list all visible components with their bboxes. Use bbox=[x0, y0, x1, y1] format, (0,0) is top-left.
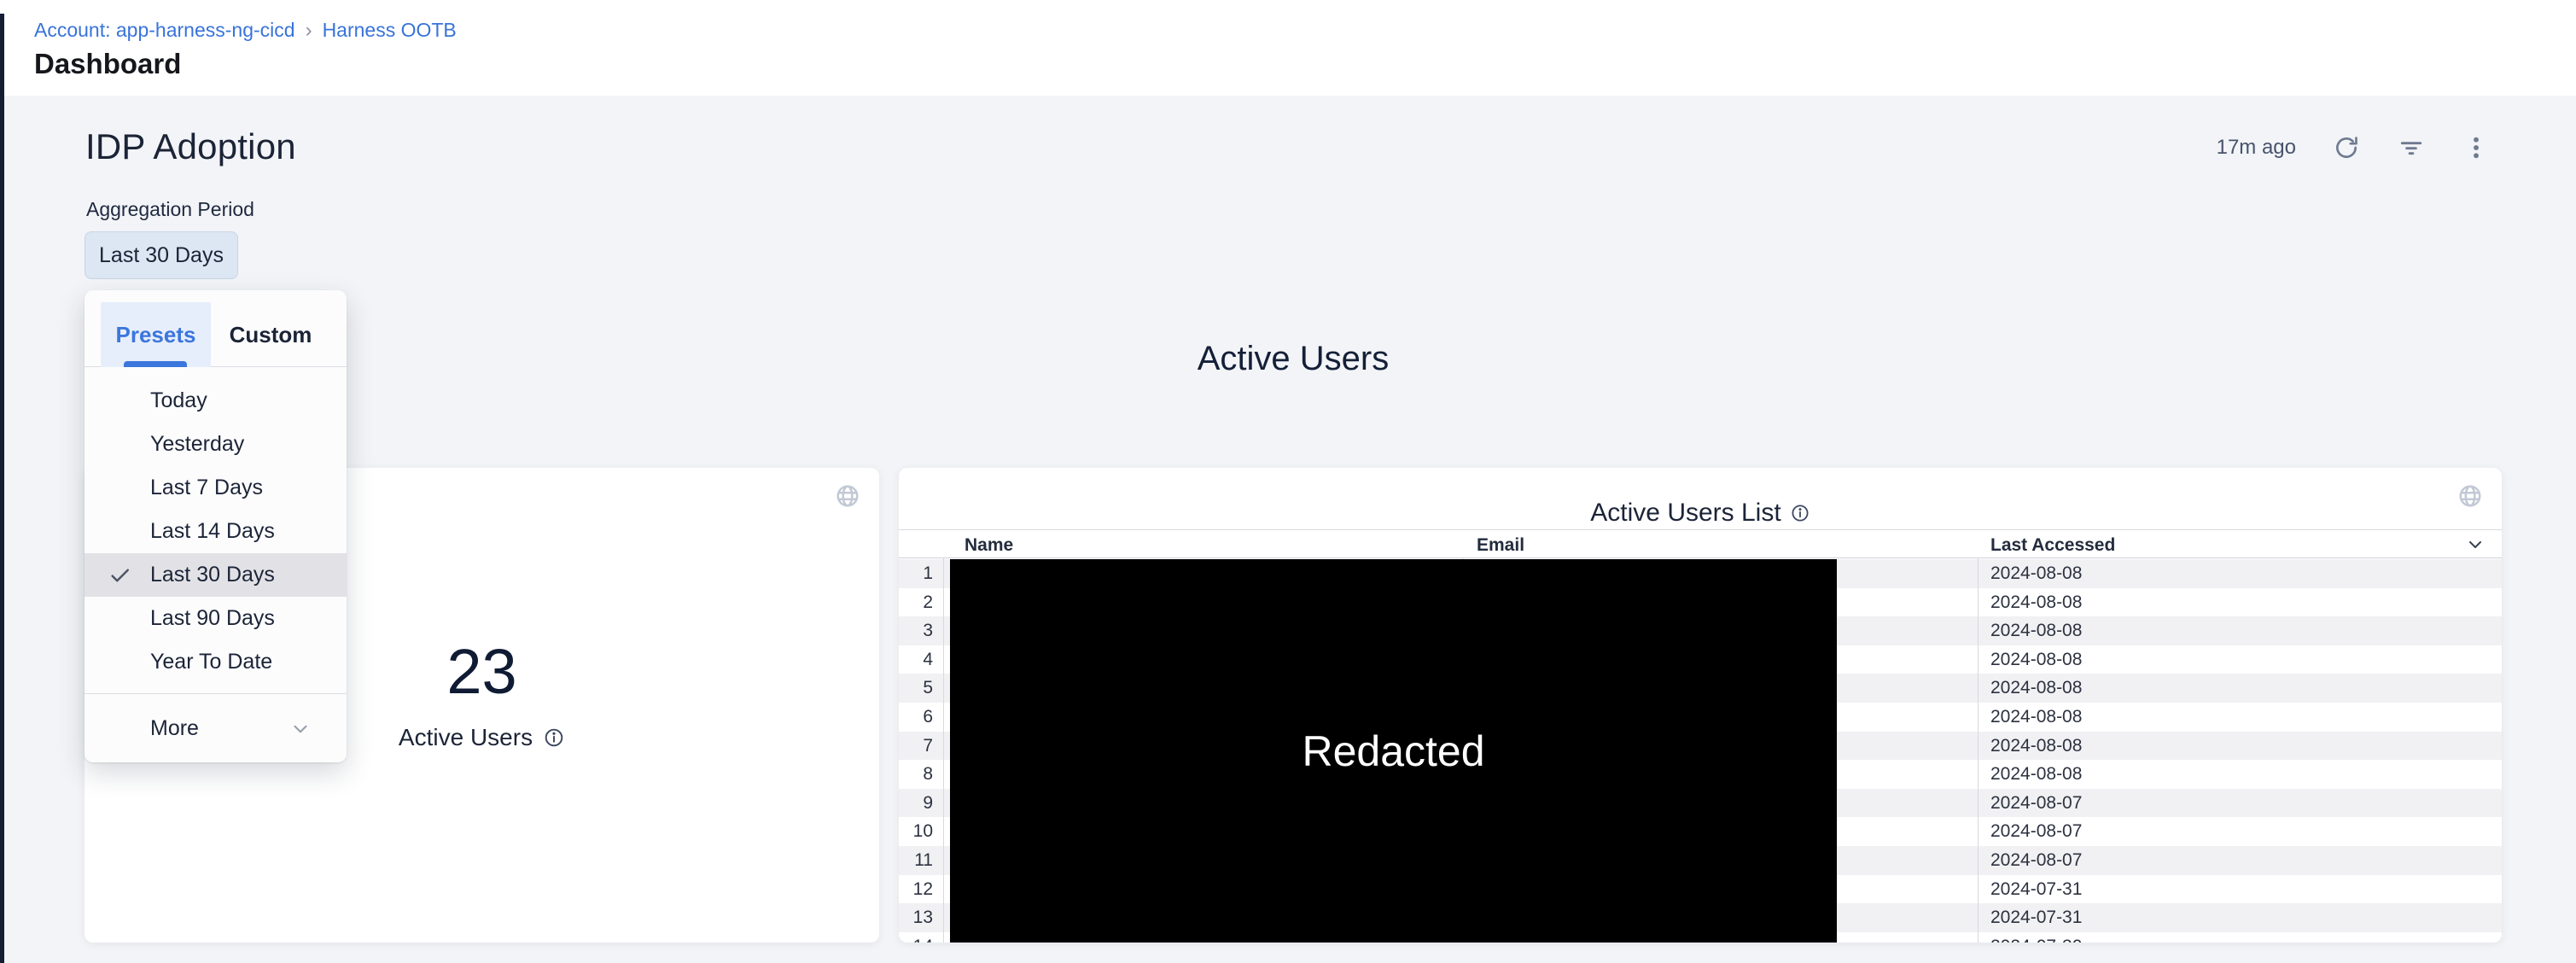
tab-custom-label: Custom bbox=[230, 322, 312, 348]
dashboard-actions: 17m ago bbox=[2217, 133, 2491, 162]
refresh-button[interactable] bbox=[2332, 133, 2361, 162]
table-header: Name Email Last Accessed bbox=[899, 529, 2502, 558]
aggregation-period-button[interactable]: Last 30 Days bbox=[85, 231, 238, 279]
check-icon bbox=[108, 563, 133, 588]
column-header-last-accessed[interactable]: Last Accessed bbox=[1990, 535, 2115, 556]
preset-option[interactable]: Today bbox=[85, 379, 347, 423]
row-number-cell: 7 bbox=[899, 736, 933, 756]
section-heading: Active Users bbox=[85, 340, 2502, 378]
redacted-label: Redacted bbox=[1302, 727, 1484, 776]
filter-icon bbox=[2398, 134, 2425, 161]
preset-option[interactable]: Last 7 Days bbox=[85, 466, 347, 510]
preset-option-label: Year To Date bbox=[85, 650, 272, 674]
aggregation-period-label: Aggregation Period bbox=[86, 198, 254, 221]
dropdown-tabs: Presets Custom bbox=[85, 290, 347, 367]
last-accessed-cell: 2024-08-07 bbox=[1990, 793, 2082, 814]
last-accessed-cell: 2024-08-08 bbox=[1990, 650, 2082, 670]
breadcrumb: Account: app-harness-ng-cicd › Harness O… bbox=[34, 19, 457, 42]
row-number-cell: 14 bbox=[899, 937, 933, 943]
last-accessed-cell: 2024-07-30 bbox=[1990, 937, 2082, 943]
filter-button[interactable] bbox=[2397, 133, 2426, 162]
active-tab-indicator bbox=[124, 361, 187, 367]
page-title: Dashboard bbox=[34, 48, 181, 80]
preset-option[interactable]: Last 30 Days bbox=[85, 553, 347, 597]
preset-option-label: Last 7 Days bbox=[85, 476, 263, 500]
more-expander[interactable]: More bbox=[85, 693, 347, 762]
row-number-cell: 5 bbox=[899, 678, 933, 698]
tab-presets[interactable]: Presets bbox=[101, 302, 211, 367]
row-number-cell: 2 bbox=[899, 592, 933, 613]
last-accessed-cell: 2024-08-08 bbox=[1990, 736, 2082, 756]
preset-option-label: Yesterday bbox=[85, 432, 244, 457]
last-accessed-cell: 2024-08-08 bbox=[1990, 707, 2082, 727]
tab-presets-label: Presets bbox=[116, 322, 196, 348]
row-number-cell: 4 bbox=[899, 650, 933, 670]
last-accessed-cell: 2024-07-31 bbox=[1990, 879, 2082, 900]
last-accessed-cell: 2024-08-08 bbox=[1990, 563, 2082, 584]
date-preset-dropdown: Presets Custom Today bbox=[85, 290, 347, 762]
preset-option[interactable]: Year To Date bbox=[85, 640, 347, 684]
row-number-cell: 1 bbox=[899, 563, 933, 584]
chevron-down-icon[interactable] bbox=[2465, 534, 2486, 555]
dashboard-title: IDP Adoption bbox=[85, 126, 296, 167]
row-number-cell: 13 bbox=[899, 908, 933, 928]
last-accessed-cell: 2024-08-08 bbox=[1990, 592, 2082, 613]
tab-custom[interactable]: Custom bbox=[211, 302, 330, 367]
kebab-menu-button[interactable] bbox=[2462, 133, 2491, 162]
row-number-cell: 11 bbox=[899, 850, 933, 871]
last-accessed-cell: 2024-08-08 bbox=[1990, 678, 2082, 698]
redacted-overlay: Redacted bbox=[950, 559, 1837, 943]
column-divider bbox=[1978, 529, 1979, 943]
column-header-email[interactable]: Email bbox=[1477, 535, 1524, 556]
column-divider bbox=[943, 529, 944, 943]
screen: Account: app-harness-ng-cicd › Harness O… bbox=[0, 0, 2576, 963]
row-number-cell: 3 bbox=[899, 621, 933, 641]
last-accessed-cell: 2024-08-08 bbox=[1990, 764, 2082, 785]
active-users-list-card: Active Users List Name Email Last Access… bbox=[899, 468, 2502, 943]
info-icon[interactable] bbox=[543, 727, 565, 749]
row-number-cell: 10 bbox=[899, 821, 933, 842]
preset-option-label: Today bbox=[85, 388, 207, 413]
refresh-icon bbox=[2333, 134, 2360, 161]
left-panel-edge bbox=[0, 14, 4, 963]
chevron-down-icon bbox=[289, 718, 312, 740]
info-icon[interactable] bbox=[1790, 503, 1810, 523]
preset-option[interactable]: Last 14 Days bbox=[85, 510, 347, 553]
preset-option[interactable]: Last 90 Days bbox=[85, 597, 347, 640]
row-number-cell: 6 bbox=[899, 707, 933, 727]
row-number-cell: 8 bbox=[899, 764, 933, 785]
last-refreshed-label: 17m ago bbox=[2217, 136, 2296, 160]
breadcrumb-dashboard-link[interactable]: Harness OOTB bbox=[323, 19, 457, 42]
breadcrumb-separator-icon: › bbox=[306, 20, 312, 41]
row-number-cell: 12 bbox=[899, 879, 933, 900]
preset-option[interactable]: Yesterday bbox=[85, 423, 347, 466]
table-title-row: Active Users List bbox=[899, 499, 2502, 528]
more-label: More bbox=[85, 716, 199, 741]
breadcrumb-account-link[interactable]: Account: app-harness-ng-cicd bbox=[34, 19, 295, 42]
row-number-cell: 9 bbox=[899, 793, 933, 814]
kebab-menu-icon bbox=[2462, 134, 2490, 161]
preset-option-label: Last 90 Days bbox=[85, 606, 275, 631]
preset-option-label: Last 14 Days bbox=[85, 519, 275, 544]
globe-icon bbox=[835, 483, 860, 509]
last-accessed-cell: 2024-07-31 bbox=[1990, 908, 2082, 928]
last-accessed-cell: 2024-08-07 bbox=[1990, 850, 2082, 871]
column-header-name[interactable]: Name bbox=[965, 535, 1013, 556]
last-accessed-cell: 2024-08-08 bbox=[1990, 621, 2082, 641]
last-accessed-cell: 2024-08-07 bbox=[1990, 821, 2082, 842]
table-title: Active Users List bbox=[1590, 499, 1780, 528]
preset-option-list: Today Yesterday Last 7 Days bbox=[85, 367, 347, 684]
metric-label: Active Users bbox=[399, 724, 533, 751]
top-header: Account: app-harness-ng-cicd › Harness O… bbox=[0, 0, 2576, 96]
dashboard-area: IDP Adoption 17m ago bbox=[0, 96, 2576, 963]
